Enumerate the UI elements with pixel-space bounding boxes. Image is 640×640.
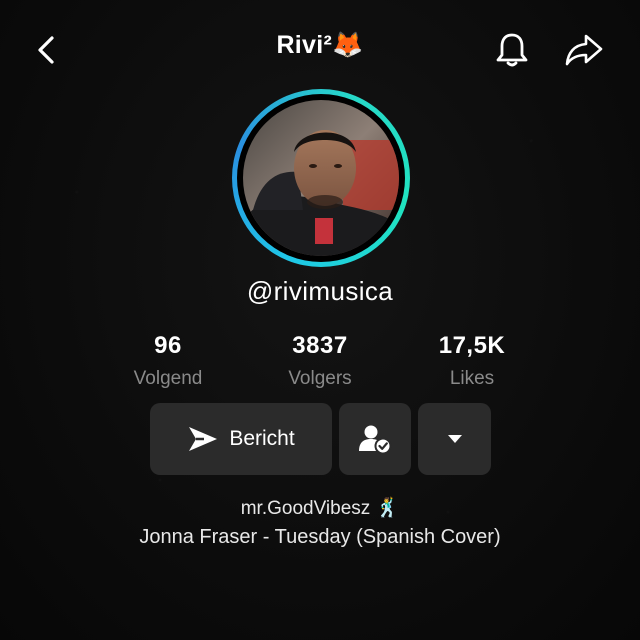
avatar-story-ring[interactable] — [232, 89, 410, 267]
more-options-button[interactable] — [418, 403, 491, 475]
stat-likes-value: 17,5K — [438, 332, 506, 359]
top-bar: Rivi²🦊 — [0, 0, 640, 100]
bio-line-1-text: mr.GoodVibesz — [240, 498, 371, 519]
user-check-icon — [359, 425, 392, 455]
bell-icon — [496, 33, 528, 67]
share-button[interactable] — [562, 28, 606, 72]
send-icon — [189, 427, 218, 451]
message-button[interactable]: Bericht — [150, 403, 332, 475]
caret-down-icon — [447, 435, 462, 443]
fox-emoji-icon: 🦊 — [332, 30, 364, 59]
stat-likes[interactable]: 17,5K Likes — [392, 332, 552, 390]
following-status-button[interactable] — [339, 403, 411, 475]
share-icon — [565, 34, 603, 66]
notifications-button[interactable] — [490, 28, 534, 72]
stat-followers-value: 3837 — [292, 332, 348, 359]
avatar-photo — [243, 100, 399, 256]
title-text: Rivi² — [276, 31, 333, 59]
avatar — [243, 100, 399, 256]
page-title: Rivi²🦊 — [0, 30, 640, 60]
message-button-label: Bericht — [229, 427, 295, 450]
bio-line-2: Jonna Fraser - Tuesday (Spanish Cover) — [139, 526, 501, 548]
stat-likes-label: Likes — [449, 368, 495, 389]
stat-following-value: 96 — [154, 332, 182, 359]
stat-following-label: Volgend — [133, 368, 203, 389]
stat-followers[interactable]: 3837 Volgers — [240, 332, 400, 390]
stat-following[interactable]: 96 Volgend — [88, 332, 248, 390]
profile-handle: @rivimusica — [246, 276, 394, 306]
bio-line-1: mr.GoodVibesz 🕺 — [0, 496, 640, 520]
stat-followers-label: Volgers — [288, 368, 352, 389]
dancing-emoji-icon: 🕺 — [375, 497, 400, 519]
